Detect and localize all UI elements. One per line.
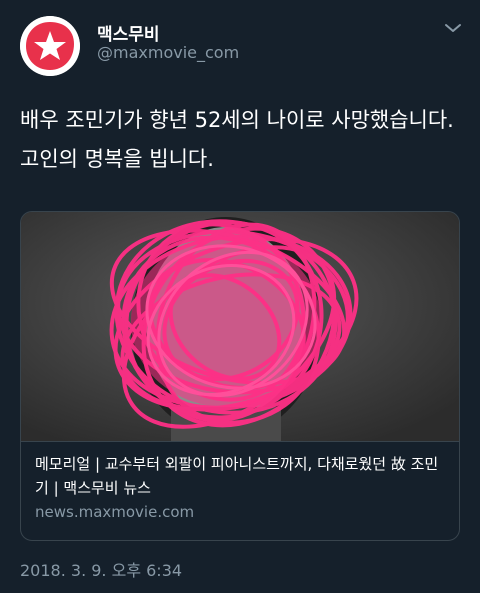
red-star-logo-icon: [20, 16, 80, 76]
tweet-timestamp[interactable]: 2018. 3. 9. 오후 6:34: [20, 557, 182, 581]
tweet-container: 맥스무비 @maxmovie_com 배우 조민기가 향년 52세의 나이로 사…: [0, 0, 480, 593]
display-name[interactable]: 맥스무비: [97, 20, 160, 45]
avatar[interactable]: [20, 16, 80, 76]
card-divider: [21, 441, 459, 442]
link-card[interactable]: 메모리얼 | 교수부터 외팔이 피아니스트까지, 다채로웠던 故 조민기 | 맥…: [20, 211, 460, 541]
card-domain[interactable]: news.maxmovie.com: [35, 503, 194, 521]
card-image[interactable]: [21, 212, 459, 441]
chevron-down-icon[interactable]: [443, 20, 463, 34]
tweet-text: 배우 조민기가 향년 52세의 나이로 사망했습니다. 고인의 명복을 빕니다.: [20, 108, 454, 171]
card-title[interactable]: 메모리얼 | 교수부터 외팔이 피아니스트까지, 다채로웠던 故 조민기 | 맥…: [35, 452, 447, 500]
user-handle[interactable]: @maxmovie_com: [97, 43, 239, 62]
